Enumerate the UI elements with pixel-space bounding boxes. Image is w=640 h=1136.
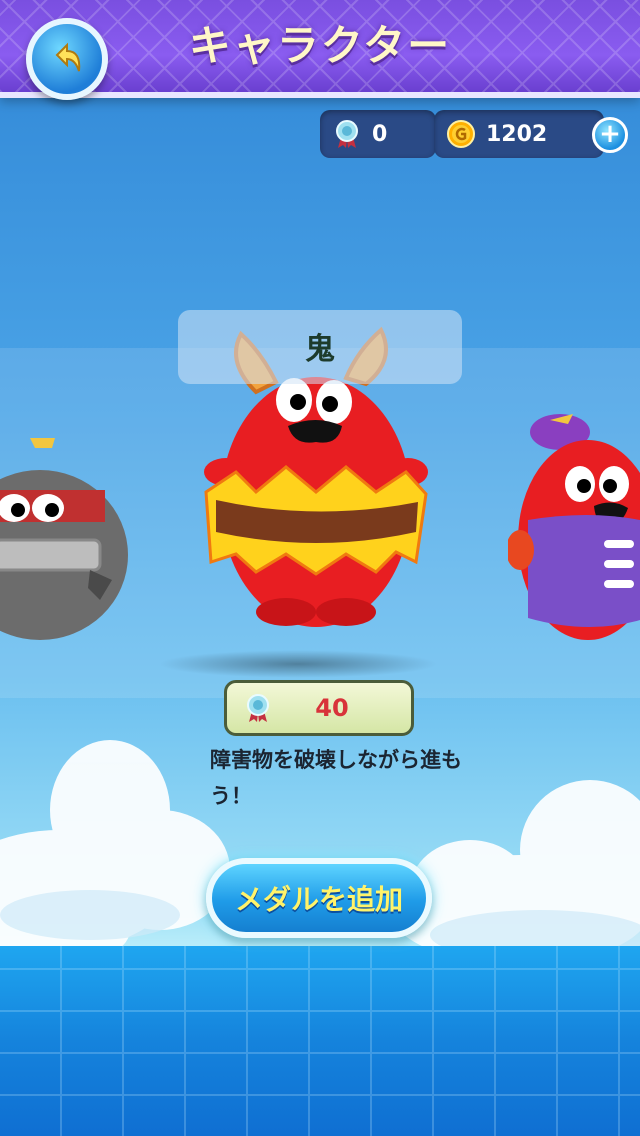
sea-tiles — [0, 946, 640, 1136]
ninja-character[interactable] — [0, 430, 135, 640]
medal-count: 0 — [372, 121, 388, 147]
add-medal-button[interactable]: メダルを追加 — [206, 858, 432, 938]
character-name: 鬼 — [305, 332, 335, 367]
coin-counter: 1202 — [434, 110, 604, 158]
medal-icon — [336, 120, 358, 148]
coin-count: 1202 — [486, 121, 548, 147]
page-title: キャラクター — [188, 21, 452, 70]
back-button[interactable] — [26, 18, 108, 100]
character-name-panel: 鬼 — [178, 310, 462, 384]
buy-coins-button[interactable]: + — [592, 117, 628, 153]
character-shadow — [158, 650, 438, 678]
kungfu-character[interactable] — [508, 410, 640, 642]
sea-background — [0, 946, 640, 1136]
back-arrow-icon — [55, 42, 81, 72]
coin-icon — [447, 120, 475, 148]
medal-counter: 0 — [320, 110, 436, 158]
